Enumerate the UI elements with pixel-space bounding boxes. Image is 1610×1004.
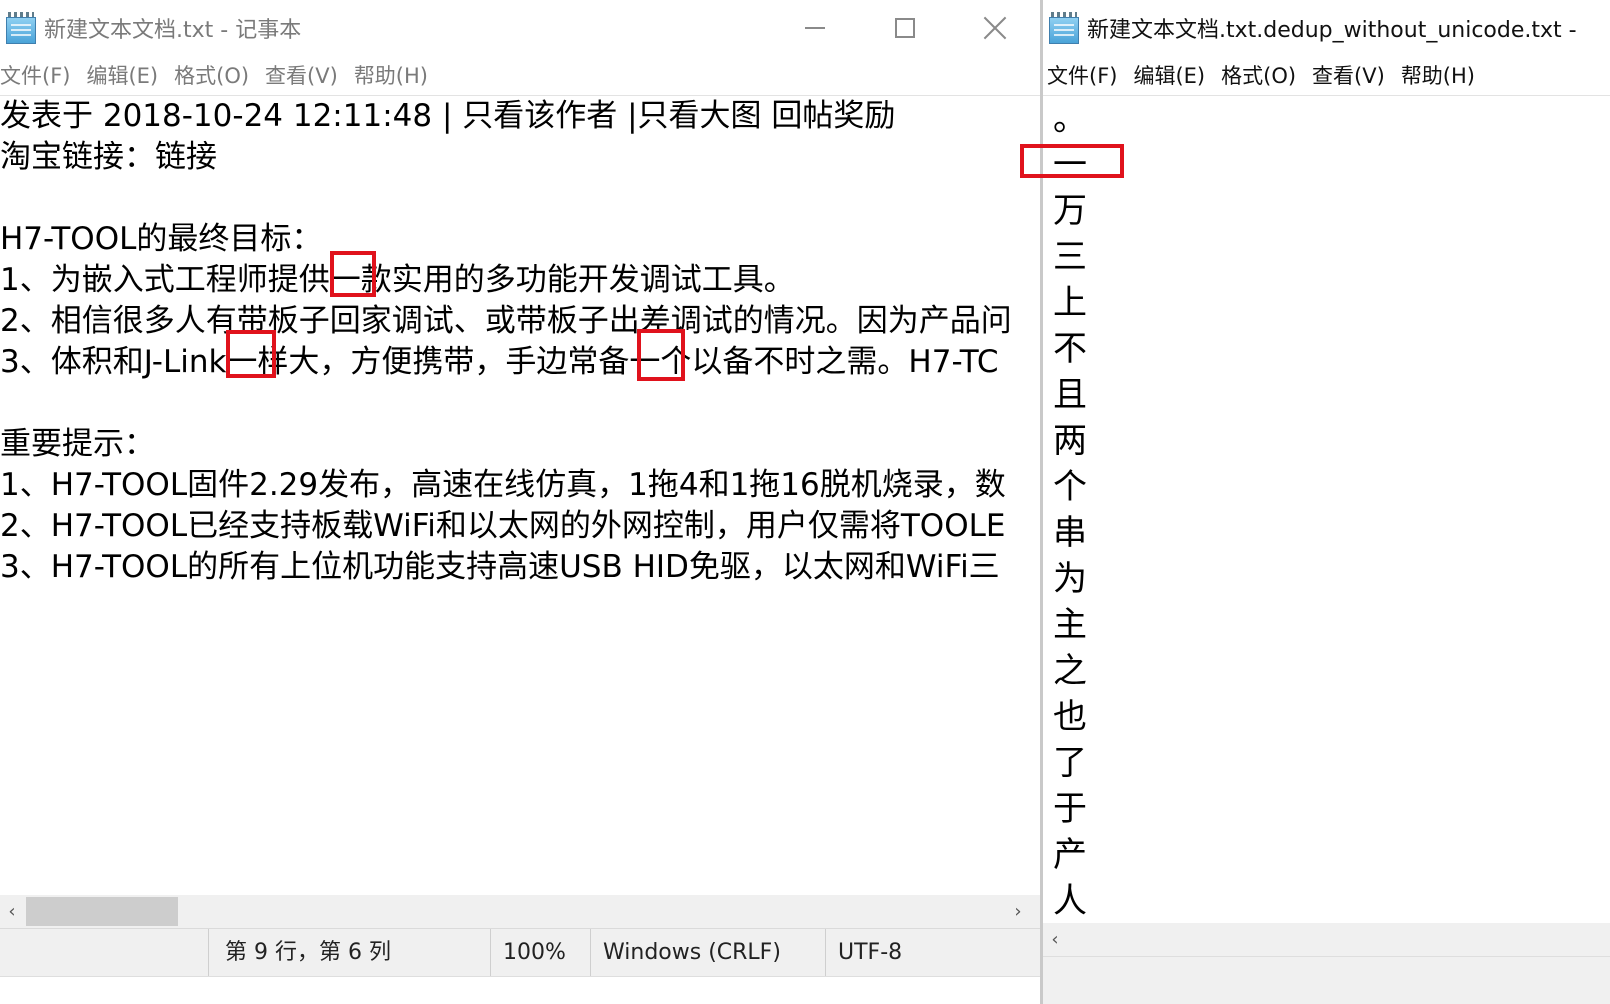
status-bar: 第 9 行，第 6 列 100% Windows (CRLF) UTF-8 <box>0 928 1040 977</box>
text-line: 发表于 2018-10-24 12:11:48 | 只看该作者 |只看大图 回帖… <box>0 98 896 134</box>
minimize-button[interactable] <box>770 0 860 56</box>
text-line: 为 <box>1053 559 1087 599</box>
menu-file[interactable]: 文件(F) <box>1043 60 1125 90</box>
taskbar-strip <box>0 976 1040 1004</box>
close-button[interactable] <box>950 0 1040 56</box>
maximize-icon <box>895 18 915 38</box>
text-line: 了 <box>1053 743 1087 783</box>
text-line: 3、H7-TOOL的所有上位机功能支持高速USB HID免驱，以太网和WiFi三 <box>0 549 1000 585</box>
text-line: 三 <box>1053 237 1087 277</box>
menu-edit[interactable]: 编辑(E) <box>1125 60 1213 90</box>
text-editor[interactable]: 。 一 万 三 上 不 且 两 个 串 为 主 之 也 了 于 产 人 仅 <box>1043 95 1610 935</box>
window-title: 新建文本文档.txt - 记事本 <box>44 18 302 43</box>
highlight-box <box>330 251 376 297</box>
text-editor[interactable]: 发表于 2018-10-24 12:11:48 | 只看该作者 |只看大图 回帖… <box>0 95 1040 897</box>
menu-bar: 文件(F) 编辑(E) 格式(O) 查看(V) 帮助(H) <box>0 56 1040 94</box>
horizontal-scrollbar[interactable]: ‹ <box>1043 923 1610 956</box>
menu-file[interactable]: 文件(F) <box>0 60 78 90</box>
menu-bar: 文件(F) 编辑(E) 格式(O) 查看(V) 帮助(H) <box>1043 56 1610 94</box>
text-line: 2、H7-TOOL已经支持板载WiFi和以太网的外网控制，用户仅需将TOOLE <box>0 508 1006 544</box>
text-line: H7-TOOL的最终目标： <box>0 221 323 257</box>
text-line: 之 <box>1053 651 1087 691</box>
notepad-window-right: 新建文本文档.txt.dedup_without_unicode.txt - 文… <box>1043 0 1610 1004</box>
text-line: 2、相信很多人有带板子回家调试、或带板子出差调试的情况。因为产品问 <box>0 303 1012 339</box>
text-line: 也 <box>1053 697 1087 737</box>
close-icon <box>983 16 1007 40</box>
notepad-icon <box>6 12 36 44</box>
maximize-button[interactable] <box>860 0 950 56</box>
window-title: 新建文本文档.txt.dedup_without_unicode.txt - <box>1087 18 1577 43</box>
text-line: 万 <box>1053 191 1087 231</box>
title-bar[interactable]: 新建文本文档.txt.dedup_without_unicode.txt - <box>1043 0 1610 56</box>
highlight-box <box>226 330 276 378</box>
menu-edit[interactable]: 编辑(E) <box>78 60 166 90</box>
status-cursor-position: 第 9 行，第 6 列 <box>208 929 490 977</box>
text-line: 一 <box>1053 145 1087 185</box>
text-line: 1、H7-TOOL固件2.29发布，高速在线仿真，1拖4和1拖16脱机烧录，数 <box>0 467 1006 503</box>
text-line: 主 <box>1053 605 1087 645</box>
minimize-icon <box>805 27 825 29</box>
status-encoding: UTF-8 <box>825 929 1040 977</box>
menu-help[interactable]: 帮助(H) <box>346 60 436 90</box>
text-line: 个 <box>1053 467 1087 507</box>
status-bar-strip <box>1043 956 1610 1004</box>
notepad-icon <box>1049 12 1079 44</box>
highlight-box <box>1020 144 1124 178</box>
text-line: 1、为嵌入式工程师提供一款实用的多功能开发调试工具。 <box>0 262 795 298</box>
menu-view[interactable]: 查看(V) <box>257 60 346 90</box>
text-line: 且 <box>1053 375 1087 415</box>
status-spacer <box>0 929 208 977</box>
text-line: 淘宝链接：链接 <box>0 139 217 175</box>
menu-view[interactable]: 查看(V) <box>1304 60 1393 90</box>
scroll-right-icon[interactable]: › <box>1006 895 1030 928</box>
text-line: 。 <box>1053 99 1087 139</box>
text-line: 产 <box>1053 835 1087 875</box>
scroll-left-icon[interactable]: ‹ <box>1043 923 1067 956</box>
text-line: 重要提示： <box>0 426 155 462</box>
menu-format[interactable]: 格式(O) <box>166 60 257 90</box>
highlight-box <box>637 329 685 381</box>
text-line: 人 <box>1053 881 1087 921</box>
text-line: 不 <box>1053 329 1087 369</box>
scrollbar-thumb[interactable] <box>26 897 178 926</box>
scroll-left-icon[interactable]: ‹ <box>0 895 24 928</box>
text-line: 上 <box>1053 283 1087 323</box>
menu-help[interactable]: 帮助(H) <box>1393 60 1483 90</box>
horizontal-scrollbar[interactable]: ‹ › <box>0 895 1040 928</box>
text-line <box>0 178 1040 219</box>
text-line <box>0 383 1040 424</box>
text-line: 两 <box>1053 421 1087 461</box>
text-line: 串 <box>1053 513 1087 553</box>
notepad-window-left: 新建文本文档.txt - 记事本 文件(F) 编辑(E) 格式(O) 查看(V)… <box>0 0 1040 1004</box>
status-zoom: 100% <box>490 929 590 977</box>
text-line: 于 <box>1053 789 1087 829</box>
text-line: 3、体积和J-Link一样大，方便携带，手边常备一个以备不时之需。H7-TC <box>0 344 999 380</box>
window-controls <box>770 0 1040 56</box>
menu-format[interactable]: 格式(O) <box>1213 60 1304 90</box>
status-line-ending: Windows (CRLF) <box>590 929 825 977</box>
